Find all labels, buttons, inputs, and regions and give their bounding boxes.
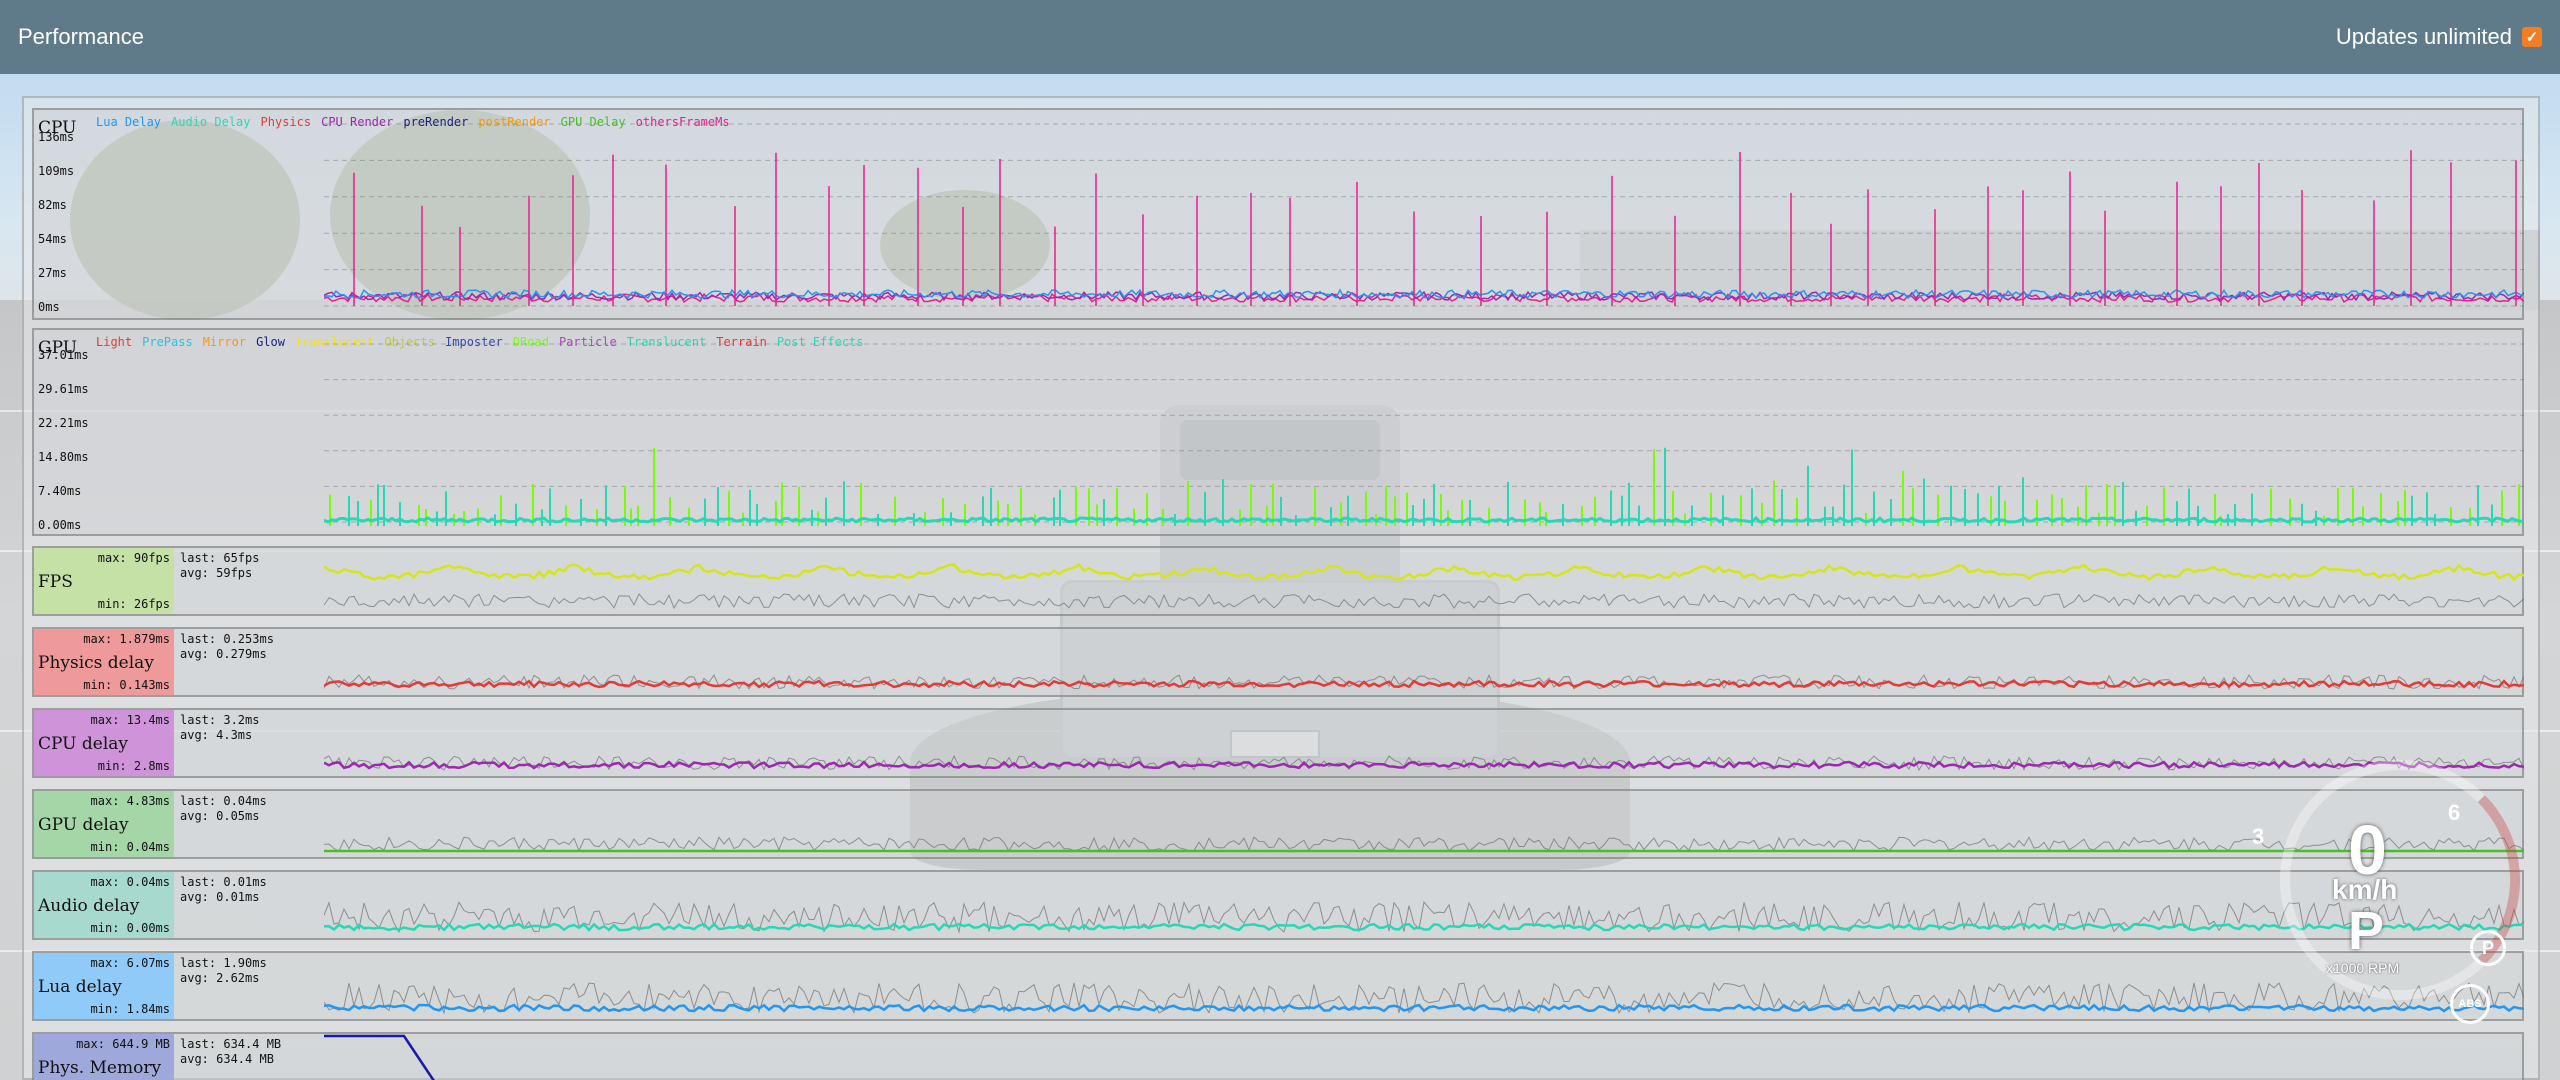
metric-plot xyxy=(324,562,2524,610)
metric-avg: avg: 634.4 MB xyxy=(180,1052,274,1066)
metric-max: max: 6.07ms xyxy=(90,956,170,970)
metric-graph: max: 13.4ms CPU delay min: 2.8ms last: 3.2m… xyxy=(32,708,2524,778)
metric-last: last: 65fps xyxy=(180,551,260,565)
metric-graph: max: 644.9 MB Phys. Memory last: 634.4 MB a… xyxy=(32,1032,2524,1080)
metric-graph: max: 6.07ms Lua delay min: 1.84ms last: 1.9… xyxy=(32,951,2524,1021)
metric-plot xyxy=(324,754,2524,772)
metric-avg: avg: 0.05ms xyxy=(180,809,260,823)
metric-graph: max: 90fps FPS min: 26fps last: 65fps avg: 5… xyxy=(32,546,2524,616)
page-title: Performance xyxy=(18,24,144,49)
metric-label-box: max: 4.83ms GPU delay min: 0.04ms xyxy=(34,791,174,857)
metric-graph: max: 4.83ms GPU delay min: 0.04ms last: 0.0… xyxy=(32,789,2524,859)
metric-avg: avg: 4.3ms xyxy=(180,728,253,742)
metric-min: min: 0.143ms xyxy=(83,678,170,692)
metric-avg: avg: 59fps xyxy=(180,566,253,580)
metric-avg: avg: 0.01ms xyxy=(180,890,260,904)
y-tick-label: 29.61ms xyxy=(38,382,89,396)
metric-max: max: 13.4ms xyxy=(90,713,170,727)
metric-label-box: max: 13.4ms CPU delay min: 2.8ms xyxy=(34,710,174,776)
gear-indicator: P xyxy=(2348,901,2385,961)
metric-plot xyxy=(324,981,2524,1015)
legend-item: Light xyxy=(96,335,133,349)
vehicle-dashboard: 3 6 0 km/h P x1000 RPM P ABS xyxy=(2240,760,2540,1070)
metric-plot xyxy=(324,1034,435,1080)
legend-item: Audio Delay xyxy=(171,115,251,129)
metric-max: max: 1.879ms xyxy=(83,632,170,646)
cpu-graph: CPU Lua Delay Audio Delay Physics CPU Rende… xyxy=(32,108,2524,320)
metric-graph: max: 0.04ms Audio delay min: 0.00ms last: 0… xyxy=(32,870,2524,940)
y-tick-label: 37.01ms xyxy=(38,348,89,362)
updates-label: Updates unlimited xyxy=(2335,24,2512,49)
metric-label-box: max: 0.04ms Audio delay min: 0.00ms xyxy=(34,872,174,938)
legend-item: Glow xyxy=(256,335,285,349)
metric-last: last: 3.2ms xyxy=(180,713,260,727)
metric-name: Lua delay xyxy=(38,977,122,997)
gpu-plot xyxy=(324,343,2524,526)
rpm-tick-high: 6 xyxy=(2448,800,2461,825)
metric-last: last: 0.01ms xyxy=(180,875,267,889)
metric-label-box: max: 90fps FPS min: 26fps xyxy=(34,548,174,614)
legend-item: Physics xyxy=(260,115,312,129)
metric-plot xyxy=(324,836,2524,853)
y-tick-label: 136ms xyxy=(38,130,75,144)
metric-raw-trace xyxy=(324,593,2524,610)
legend-item: PrePass xyxy=(142,335,193,349)
metric-avg: avg: 0.279ms xyxy=(180,647,267,661)
metric-label-box: max: 6.07ms Lua delay min: 1.84ms xyxy=(34,953,174,1019)
metric-graph: max: 1.879ms Physics delay min: 0.143ms las… xyxy=(32,627,2524,697)
app-header: Performance Updates unlimited ✓ xyxy=(0,0,2560,74)
y-tick-label: 14.80ms xyxy=(38,450,89,464)
y-tick-label: 0.00ms xyxy=(38,518,82,532)
metric-min: min: 26fps xyxy=(97,597,170,611)
metric-plot xyxy=(324,900,2524,934)
metric-label-box: max: 1.879ms Physics delay min: 0.143ms xyxy=(34,629,174,695)
metric-label-box: max: 644.9 MB Phys. Memory xyxy=(34,1034,174,1080)
metric-raw-trace xyxy=(324,981,2524,1015)
rpm-label: x1000 RPM xyxy=(2326,960,2400,976)
metric-name: Audio delay xyxy=(38,896,140,916)
metric-min: min: 1.84ms xyxy=(90,1002,170,1016)
y-tick-label: 0ms xyxy=(38,300,60,314)
metric-raw-trace xyxy=(324,836,2524,852)
legend-item: Mirror xyxy=(202,335,247,349)
y-tick-label: 7.40ms xyxy=(38,484,82,498)
metric-avg: avg: 2.62ms xyxy=(180,971,260,985)
metric-last: last: 1.90ms xyxy=(180,956,267,970)
y-tick-label: 82ms xyxy=(38,198,67,212)
metric-name: Phys. Memory xyxy=(38,1058,162,1078)
metric-last: last: 634.4 MB xyxy=(180,1037,282,1051)
y-tick-label: 109ms xyxy=(38,164,75,178)
performance-panel: CPU Lua Delay Audio Delay Physics CPU Rende… xyxy=(22,96,2540,1080)
metric-trace xyxy=(324,922,2524,932)
parking-brake-icon: P xyxy=(2470,930,2506,966)
metric-min: min: 2.8ms xyxy=(97,759,170,773)
metric-trace xyxy=(324,562,2524,582)
metric-raw-trace xyxy=(324,900,2524,934)
metric-name: FPS xyxy=(38,572,73,592)
metric-max: max: 0.04ms xyxy=(90,875,170,889)
metric-last: last: 0.253ms xyxy=(180,632,274,646)
gpu-graph: GPU Light PrePass Mirror Glow Translucent Obj… xyxy=(32,328,2524,536)
metric-last: last: 0.04ms xyxy=(180,794,267,808)
y-tick-label: 27ms xyxy=(38,266,67,280)
updates-unlimited-toggle[interactable]: Updates unlimited ✓ xyxy=(2336,24,2542,50)
cpu-plot xyxy=(324,123,2524,307)
y-tick-label: 22.21ms xyxy=(38,416,89,430)
abs-icon: ABS xyxy=(2450,984,2490,1024)
metric-max: max: 90fps xyxy=(97,551,170,565)
y-tick-label: 54ms xyxy=(38,232,67,246)
legend-item: Lua Delay xyxy=(96,115,162,129)
check-icon: ✓ xyxy=(2525,29,2539,46)
metric-name: GPU delay xyxy=(38,815,129,835)
metric-name: Physics delay xyxy=(38,653,154,673)
metric-name: CPU delay xyxy=(38,734,128,754)
metric-min: min: 0.04ms xyxy=(90,840,170,854)
metric-max: max: 644.9 MB xyxy=(76,1037,170,1051)
rpm-tick-low: 3 xyxy=(2252,824,2265,849)
metric-max: max: 4.83ms xyxy=(90,794,170,808)
metric-trace xyxy=(324,1034,435,1080)
metric-min: min: 0.00ms xyxy=(90,921,170,935)
updates-checkbox[interactable]: ✓ xyxy=(2522,27,2542,47)
metric-plot xyxy=(324,673,2524,691)
